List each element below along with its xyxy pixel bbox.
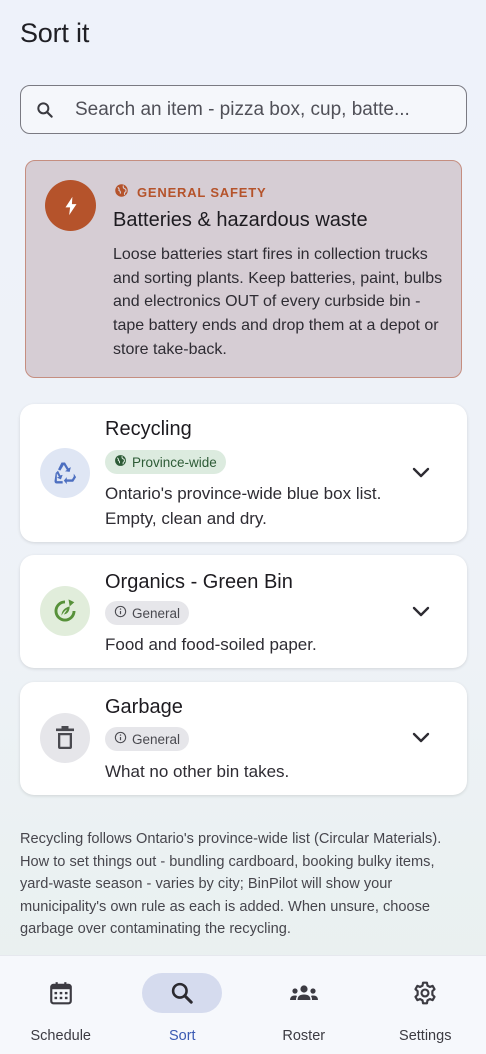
nav-label: Schedule (30, 1028, 91, 1044)
nav-item-roster[interactable]: Roster (254, 956, 354, 1054)
search-icon (21, 100, 69, 120)
bin-description: What no other bin takes. (105, 762, 290, 781)
bin-card-recycling[interactable]: Recycling Province-wide Ontario's provin… (20, 404, 467, 542)
nav-label: Settings (399, 1028, 452, 1044)
bolt-icon (45, 180, 96, 231)
search-icon (142, 973, 223, 1013)
safety-body: Loose batteries start fires in collectio… (113, 246, 443, 358)
bin-title: Organics - Green Bin (105, 571, 293, 593)
calendar-icon (21, 973, 101, 1013)
footnote: Recycling follows Ontario's province-wid… (20, 831, 442, 937)
bottom-nav: Schedule Sort Roster Settings (0, 955, 486, 1054)
info-icon (114, 731, 127, 747)
bin-description: Ontario's province-wide blue box list. E… (105, 484, 382, 528)
globe-icon (114, 183, 129, 201)
gear-icon (385, 973, 465, 1013)
bin-title: Garbage (105, 696, 183, 718)
safety-title: Batteries & hazardous waste (113, 209, 368, 231)
scope-chip: General (105, 727, 190, 751)
compost-icon (40, 586, 90, 636)
bin-title: Recycling (105, 418, 192, 440)
scope-chip: Province-wide (105, 450, 226, 474)
nav-label: Sort (168, 1028, 196, 1044)
safety-kicker-label: GENERAL SAFETY (137, 184, 267, 200)
safety-banner: GENERAL SAFETY Batteries & hazardous was… (25, 160, 462, 378)
search-input[interactable] (75, 98, 445, 121)
search-bar[interactable] (20, 85, 467, 134)
page-title: Sort it (20, 18, 90, 48)
trash-icon (40, 713, 90, 763)
nav-item-sort[interactable]: Sort (132, 956, 232, 1054)
bin-card-organics[interactable]: Organics - Green Bin General Food and fo… (20, 555, 467, 668)
scope-chip-label: Province-wide (132, 454, 217, 470)
info-icon (114, 605, 127, 621)
nav-item-settings[interactable]: Settings (375, 956, 475, 1054)
scope-chip: General (105, 601, 190, 625)
nav-item-schedule[interactable]: Schedule (11, 956, 111, 1054)
group-icon (264, 973, 344, 1013)
nav-label: Roster (282, 1028, 326, 1044)
globe-icon (114, 454, 127, 470)
bin-card-garbage[interactable]: Garbage General What no other bin takes. (20, 682, 467, 795)
scope-chip-label: General (132, 731, 181, 747)
recycle-icon (40, 448, 90, 498)
chevron-down-icon[interactable] (409, 461, 433, 485)
chevron-down-icon[interactable] (409, 600, 433, 624)
scope-chip-label: General (132, 605, 181, 621)
safety-kicker: GENERAL SAFETY (114, 183, 266, 201)
bin-description: Food and food-soiled paper. (105, 635, 317, 654)
chevron-down-icon[interactable] (409, 726, 433, 750)
